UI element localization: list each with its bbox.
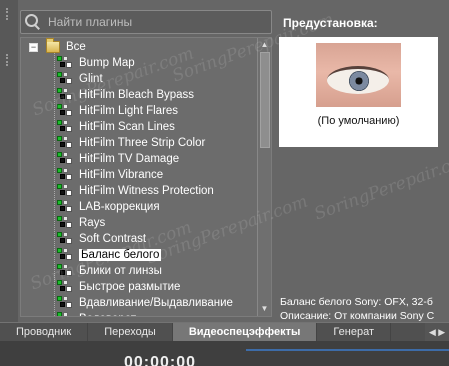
plugin-chooser-panel: − Все Bump Map Glint HitFilm Bleach Bypass… <box>0 0 449 366</box>
plugin-icon <box>57 248 73 262</box>
plugin-label: HitFilm Witness Protection <box>79 185 214 197</box>
search-icon[interactable] <box>24 13 42 31</box>
plugin-list-item[interactable]: HitFilm Witness Protection <box>21 183 214 199</box>
tab-scroll-arrows-icon[interactable]: ◀ ▶ <box>425 323 449 342</box>
eye-white <box>327 66 389 94</box>
plugin-icon <box>57 264 73 278</box>
watermark: SoringPerepair.com <box>311 147 449 225</box>
search-box[interactable] <box>20 10 272 34</box>
plugin-icon <box>57 88 73 102</box>
plugin-list-item[interactable]: HitFilm Scan Lines <box>21 119 175 135</box>
eye-preview-image <box>316 43 401 107</box>
plugin-info-line-2: Описание: От компании Sony C <box>280 310 435 322</box>
bottom-tabs: Проводник Переходы Видеоспецэффекты Генерат… <box>0 322 449 342</box>
plugin-list-item[interactable]: Bump Map <box>21 55 135 71</box>
plugin-label: Glint <box>79 73 103 85</box>
plugin-list-item[interactable]: HitFilm Bleach Bypass <box>21 87 194 103</box>
plugin-list-item[interactable]: HitFilm TV Damage <box>21 151 179 167</box>
plugin-icon <box>57 104 73 118</box>
preset-thumbnail[interactable]: (По умолчанию) <box>279 37 438 147</box>
plugin-list-item[interactable]: HitFilm Three Strip Color <box>21 135 205 151</box>
grip-handle-top[interactable] <box>6 8 10 20</box>
plugin-label: LAB-коррекция <box>79 201 160 213</box>
plugin-list-item[interactable]: Быстрое размытие <box>21 279 180 295</box>
eye-iris <box>349 71 369 91</box>
scroll-down-icon[interactable]: ▼ <box>258 302 271 316</box>
panel-grip-strip[interactable] <box>0 0 18 322</box>
plugin-label: HitFilm Bleach Bypass <box>79 89 195 101</box>
plugin-icon <box>57 296 73 310</box>
folder-icon <box>46 38 60 53</box>
plugin-list-item[interactable]: Водоворот <box>21 311 136 316</box>
plugin-label: Быстрое размытие <box>79 281 181 293</box>
plugin-list-item[interactable]: Rays <box>21 215 105 231</box>
plugin-icon <box>57 168 73 182</box>
plugin-label: Водоворот <box>79 313 136 316</box>
plugin-list-item[interactable]: Баланс белого <box>21 247 162 263</box>
plugin-label: Rays <box>79 217 106 229</box>
tab-2[interactable]: Видеоспецэффекты <box>172 323 318 342</box>
plugin-label: Баланс белого <box>79 249 162 261</box>
plugin-icon <box>57 312 73 316</box>
preset-caption: (По умолчанию) <box>317 115 400 127</box>
plugin-list-item[interactable]: Вдавливание/Выдавливание <box>21 295 233 311</box>
plugin-list-item[interactable]: HitFilm Light Flares <box>21 103 178 119</box>
plugin-icon <box>57 280 73 294</box>
plugin-icon <box>57 232 73 246</box>
tree-root-row[interactable]: − Все <box>21 38 86 55</box>
search-input[interactable] <box>48 15 268 29</box>
tree-root-label[interactable]: Все <box>66 41 86 53</box>
tab-0[interactable]: Проводник <box>0 323 89 342</box>
plugin-label: Блики от линзы <box>79 265 162 277</box>
plugin-list-item[interactable]: Glint <box>21 71 103 87</box>
plugin-label: HitFilm TV Damage <box>79 153 180 165</box>
plugin-label: Вдавливание/Выдавливание <box>79 297 233 309</box>
plugin-icon <box>57 200 73 214</box>
plugin-label: HitFilm Scan Lines <box>79 121 175 133</box>
plugin-info: Баланс белого Sony: OFX, 32-б Описание: … <box>280 295 439 323</box>
vertical-scrollbar[interactable]: ▲ ▼ <box>257 38 271 316</box>
collapse-icon[interactable]: − <box>29 42 38 52</box>
plugin-list-item[interactable]: LAB-коррекция <box>21 199 160 215</box>
plugin-icon <box>57 152 73 166</box>
plugin-icon <box>57 56 73 70</box>
tab-1[interactable]: Переходы <box>88 323 173 342</box>
plugin-icon <box>57 72 73 86</box>
plugin-label: HitFilm Light Flares <box>79 105 179 117</box>
plugin-icon <box>57 216 73 230</box>
plugin-label: Soft Contrast <box>79 233 147 245</box>
timeline-strip: 00:00:00 <box>0 341 449 366</box>
grip-handle-middle[interactable] <box>6 54 10 66</box>
plugin-icon <box>57 120 73 134</box>
plugin-icon <box>57 136 73 150</box>
timeline-progress-line <box>246 349 449 351</box>
preset-title: Предустановка: <box>283 16 378 30</box>
plugin-tree: − Все Bump Map Glint HitFilm Bleach Bypass… <box>20 37 272 317</box>
plugin-label: Bump Map <box>79 57 135 69</box>
plugin-label: HitFilm Three Strip Color <box>79 137 206 149</box>
plugin-icon <box>57 184 73 198</box>
scroll-up-icon[interactable]: ▲ <box>258 38 271 52</box>
tab-3[interactable]: Генерат <box>317 323 391 342</box>
plugin-list-item[interactable]: Soft Contrast <box>21 231 146 247</box>
timecode: 00:00:00 <box>124 354 197 366</box>
plugin-list-item[interactable]: Блики от линзы <box>21 263 162 279</box>
plugin-label: HitFilm Vibrance <box>79 169 164 181</box>
plugin-info-line-1: Баланс белого Sony: OFX, 32-б <box>280 296 433 308</box>
plugin-list-item[interactable]: HitFilm Vibrance <box>21 167 163 183</box>
scrollbar-thumb[interactable] <box>260 52 270 148</box>
